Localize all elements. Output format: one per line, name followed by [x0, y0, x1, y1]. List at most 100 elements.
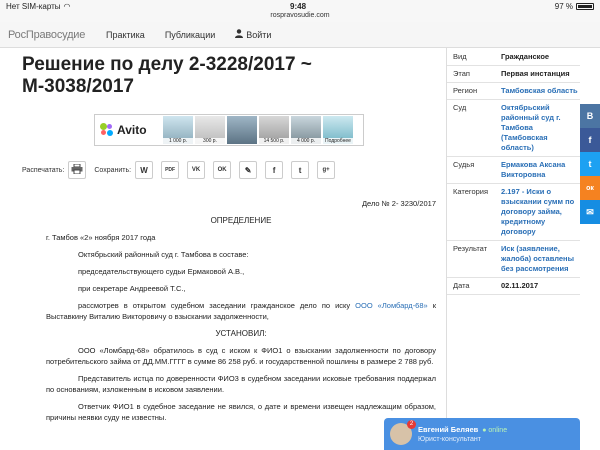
section-heading: УСТАНОВИЛ:: [215, 329, 267, 338]
user-icon: [235, 29, 244, 40]
battery-percent: 97 %: [554, 1, 573, 11]
info-value-link[interactable]: Тамбовская область: [501, 86, 579, 96]
ad-price: 300 р.: [195, 138, 225, 144]
facebook-icon: f: [272, 165, 276, 175]
paragraph: Октябрьский районный суд г. Тамбова в со…: [78, 250, 249, 259]
info-key: Дата: [453, 281, 470, 290]
paragraph: рассмотрев в открытом судебном заседании…: [46, 300, 436, 322]
chat-widget[interactable]: 2 Евгений Беляев ● online Юрист-консульта…: [384, 418, 580, 450]
ad-thumb[interactable]: 300 р.: [195, 116, 225, 144]
info-key: Результат: [453, 244, 488, 253]
info-value-link[interactable]: Октябрьский районный суд г. Тамбова (Там…: [501, 103, 579, 153]
paragraph-text: рассмотрев в открытом судебном заседании…: [78, 301, 356, 310]
info-key: Регион: [453, 86, 478, 95]
info-row: Регион Тамбовская область: [447, 83, 580, 100]
save-word-button[interactable]: W: [135, 161, 154, 179]
vk-icon: В: [586, 111, 594, 121]
info-row: Категория 2.197 - Иски о взыскании сумм …: [447, 184, 580, 241]
info-key: Судья: [453, 160, 475, 169]
wifi-icon: ◠: [63, 1, 71, 11]
print-label: Распечатать:: [22, 166, 65, 174]
avito-dots-icon: [100, 123, 114, 137]
info-row: Вид Гражданское: [447, 48, 580, 66]
ad-thumb[interactable]: [227, 116, 257, 144]
login-link[interactable]: Войти: [235, 29, 271, 40]
share-facebook-side-button[interactable]: f: [580, 128, 600, 152]
edit-button[interactable]: ✎: [239, 161, 258, 179]
info-row: Этап Первая инстанция: [447, 66, 580, 83]
share-facebook-button[interactable]: f: [265, 161, 284, 179]
nav-item-publications[interactable]: Публикации: [165, 30, 215, 40]
page-title: Решение по делу 2-3228/2017 ~ М-3038/201…: [22, 54, 312, 97]
avito-ad-banner[interactable]: Avito 1 000 р. 300 р. 14 500 р. 4 000 р.…: [94, 114, 364, 146]
share-ok-side-button[interactable]: ок: [580, 176, 600, 200]
info-key: Вид: [453, 52, 467, 61]
info-row: Результат Иск (заявление, жалоба) оставл…: [447, 241, 580, 278]
info-row: Дата 02.11.2017: [447, 278, 580, 295]
paragraph: ООО «Ломбард-68» обратилось в суд с иско…: [46, 346, 436, 366]
vk-icon: VK: [191, 167, 201, 173]
save-label: Сохранить:: [94, 166, 132, 174]
main-content: Решение по делу 2-3228/2017 ~ М-3038/201…: [0, 48, 446, 450]
odnoklassniki-icon: OK: [217, 167, 227, 173]
avito-logo: Avito: [95, 123, 163, 137]
share-googleplus-button[interactable]: g+: [317, 161, 336, 179]
info-value: Первая инстанция: [501, 69, 570, 78]
ad-thumb[interactable]: Подробнее: [323, 116, 353, 144]
share-vk-side-button[interactable]: В: [580, 104, 600, 128]
case-info-table: Вид Гражданское Этап Первая инстанция Ре…: [446, 48, 580, 450]
place-date: г. Тамбов «2» ноября 2017 года: [46, 233, 156, 242]
ad-more: Подробнее: [323, 138, 353, 144]
toolbar: Распечатать: Сохранить: W PDF VK OK ✎ f …: [22, 158, 442, 182]
status-bar: Нет SIM-карты ◠ 9:48 97 %: [0, 0, 600, 12]
share-twitter-button[interactable]: t: [291, 161, 310, 179]
twitter-icon: t: [588, 159, 592, 169]
clock: 9:48: [290, 1, 307, 11]
document-heading: ОПРЕДЕЛЕНИЕ: [210, 216, 272, 225]
ad-price: 4 000 р.: [291, 138, 321, 144]
unread-badge: 2: [407, 420, 416, 429]
info-row: Судья Ермакова Аксана Викторовна: [447, 157, 580, 184]
url-bar[interactable]: rospravosudie.com: [0, 12, 600, 22]
document-text: Дело № 2- 3230/2017 ОПРЕДЕЛЕНИЕ г. Тамбо…: [46, 198, 436, 429]
ad-thumb[interactable]: 14 500 р.: [259, 116, 289, 144]
odnoklassniki-icon: ок: [586, 184, 594, 192]
online-status: ● online: [482, 427, 508, 434]
ad-price: 1 000 р.: [163, 138, 193, 144]
info-value: Гражданское: [501, 52, 550, 61]
ad-thumb[interactable]: 4 000 р.: [291, 116, 321, 144]
site-nav: РосПравосудие Практика Публикации Войти: [0, 22, 600, 48]
share-mail-side-button[interactable]: ✉: [580, 200, 600, 224]
battery-icon: [576, 2, 594, 10]
info-value-link[interactable]: Иск (заявление, жалоба) оставлены без ра…: [501, 244, 579, 274]
googleplus-icon: g+: [322, 167, 330, 173]
ad-price: 14 500 р.: [259, 138, 289, 144]
consultant-name: Евгений Беляев: [418, 425, 479, 434]
plaintiff-link[interactable]: ООО «Ломбард-68»: [355, 301, 428, 310]
info-value-link[interactable]: Ермакова Аксана Викторовна: [501, 160, 579, 180]
info-key: Суд: [453, 103, 467, 112]
avatar: 2: [390, 420, 416, 445]
login-label: Войти: [246, 29, 272, 40]
twitter-icon: t: [298, 165, 302, 175]
info-row: Суд Октябрьский районный суд г. Тамбова …: [447, 100, 580, 157]
share-ok-button[interactable]: OK: [213, 161, 232, 179]
word-icon: W: [140, 165, 148, 175]
paragraph: Ответчик ФИО1 в судебное заседание не яв…: [46, 402, 436, 422]
paragraph: при секретаре Андреевой Т.С.,: [78, 284, 186, 293]
share-vk-button[interactable]: VK: [187, 161, 206, 179]
social-share-bar: В f t ок ✉: [580, 104, 600, 224]
info-key: Этап: [453, 69, 470, 78]
info-value: 02.11.2017: [501, 281, 539, 290]
info-value-link[interactable]: 2.197 - Иски о взыскании сумм по договор…: [501, 187, 579, 237]
paragraph: председательствующего судьи Ермаковой А.…: [78, 267, 245, 276]
share-twitter-side-button[interactable]: t: [580, 152, 600, 176]
carrier-label: Нет SIM-карты: [6, 1, 61, 11]
nav-item-practice[interactable]: Практика: [106, 30, 145, 40]
save-pdf-button[interactable]: PDF: [161, 161, 180, 179]
ad-thumb[interactable]: 1 000 р.: [163, 116, 193, 144]
chat-info: Евгений Беляев ● online Юрист-консультант: [418, 425, 507, 443]
print-button[interactable]: [68, 161, 87, 179]
site-logo[interactable]: РосПравосудие: [0, 29, 106, 41]
case-number: Дело № 2- 3230/2017: [361, 199, 436, 208]
